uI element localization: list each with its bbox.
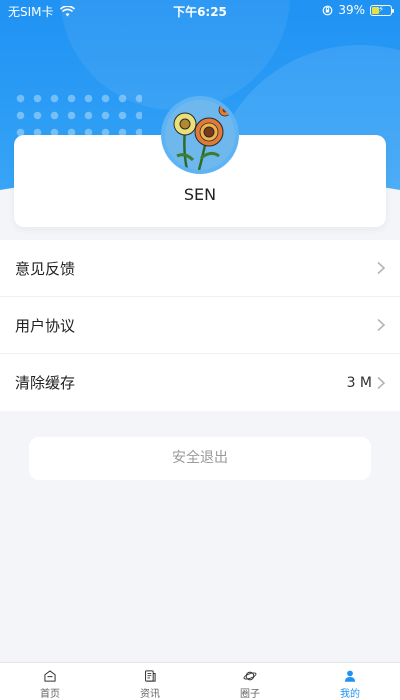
- news-icon: [145, 670, 156, 682]
- planet-icon: [243, 671, 257, 681]
- tab-news[interactable]: 资讯: [100, 663, 200, 700]
- username: SEN: [183, 185, 217, 204]
- menu-item-label: 用户协议: [15, 316, 76, 335]
- menu-item-label: 意见反馈: [15, 259, 76, 278]
- chevron-right-icon: [377, 376, 386, 389]
- status-right: 39% ⚡: [322, 3, 394, 17]
- menu-item-feedback[interactable]: 意见反馈: [0, 240, 400, 297]
- status-bar: 无SIM卡 下午6:25 39% ⚡: [0, 0, 400, 22]
- tab-label: 资讯: [140, 689, 160, 700]
- tab-circle[interactable]: 圈子: [200, 663, 300, 700]
- battery-percent: 39%: [338, 3, 365, 17]
- cache-size: 3 M: [346, 374, 372, 391]
- tab-label: 圈子: [240, 689, 260, 700]
- menu-item-clear-cache[interactable]: 清除缓存 3 M: [0, 354, 400, 411]
- tab-mine[interactable]: 我的: [300, 663, 400, 700]
- menu-item-label: 清除缓存: [15, 374, 76, 392]
- settings-menu: 意见反馈 用户协议 清除缓存 3 M: [0, 240, 400, 411]
- avatar-image: [165, 100, 235, 170]
- charging-bolt-icon: ⚡: [377, 5, 385, 15]
- avatar[interactable]: [161, 96, 239, 174]
- chevron-right-icon: [377, 318, 386, 332]
- logout-button[interactable]: 安全退出: [29, 437, 371, 480]
- tab-home[interactable]: 首页: [0, 663, 100, 700]
- tab-label: 首页: [40, 689, 60, 700]
- menu-item-user-agreement[interactable]: 用户协议: [0, 297, 400, 354]
- tab-label: 我的: [340, 689, 360, 700]
- orientation-lock-icon: [322, 5, 333, 15]
- chevron-right-icon: [377, 261, 386, 275]
- battery-icon: ⚡: [370, 4, 394, 16]
- user-icon: [344, 670, 356, 682]
- tab-bar: 首页 资讯 圈子 我的: [0, 662, 400, 700]
- home-icon: [44, 670, 56, 682]
